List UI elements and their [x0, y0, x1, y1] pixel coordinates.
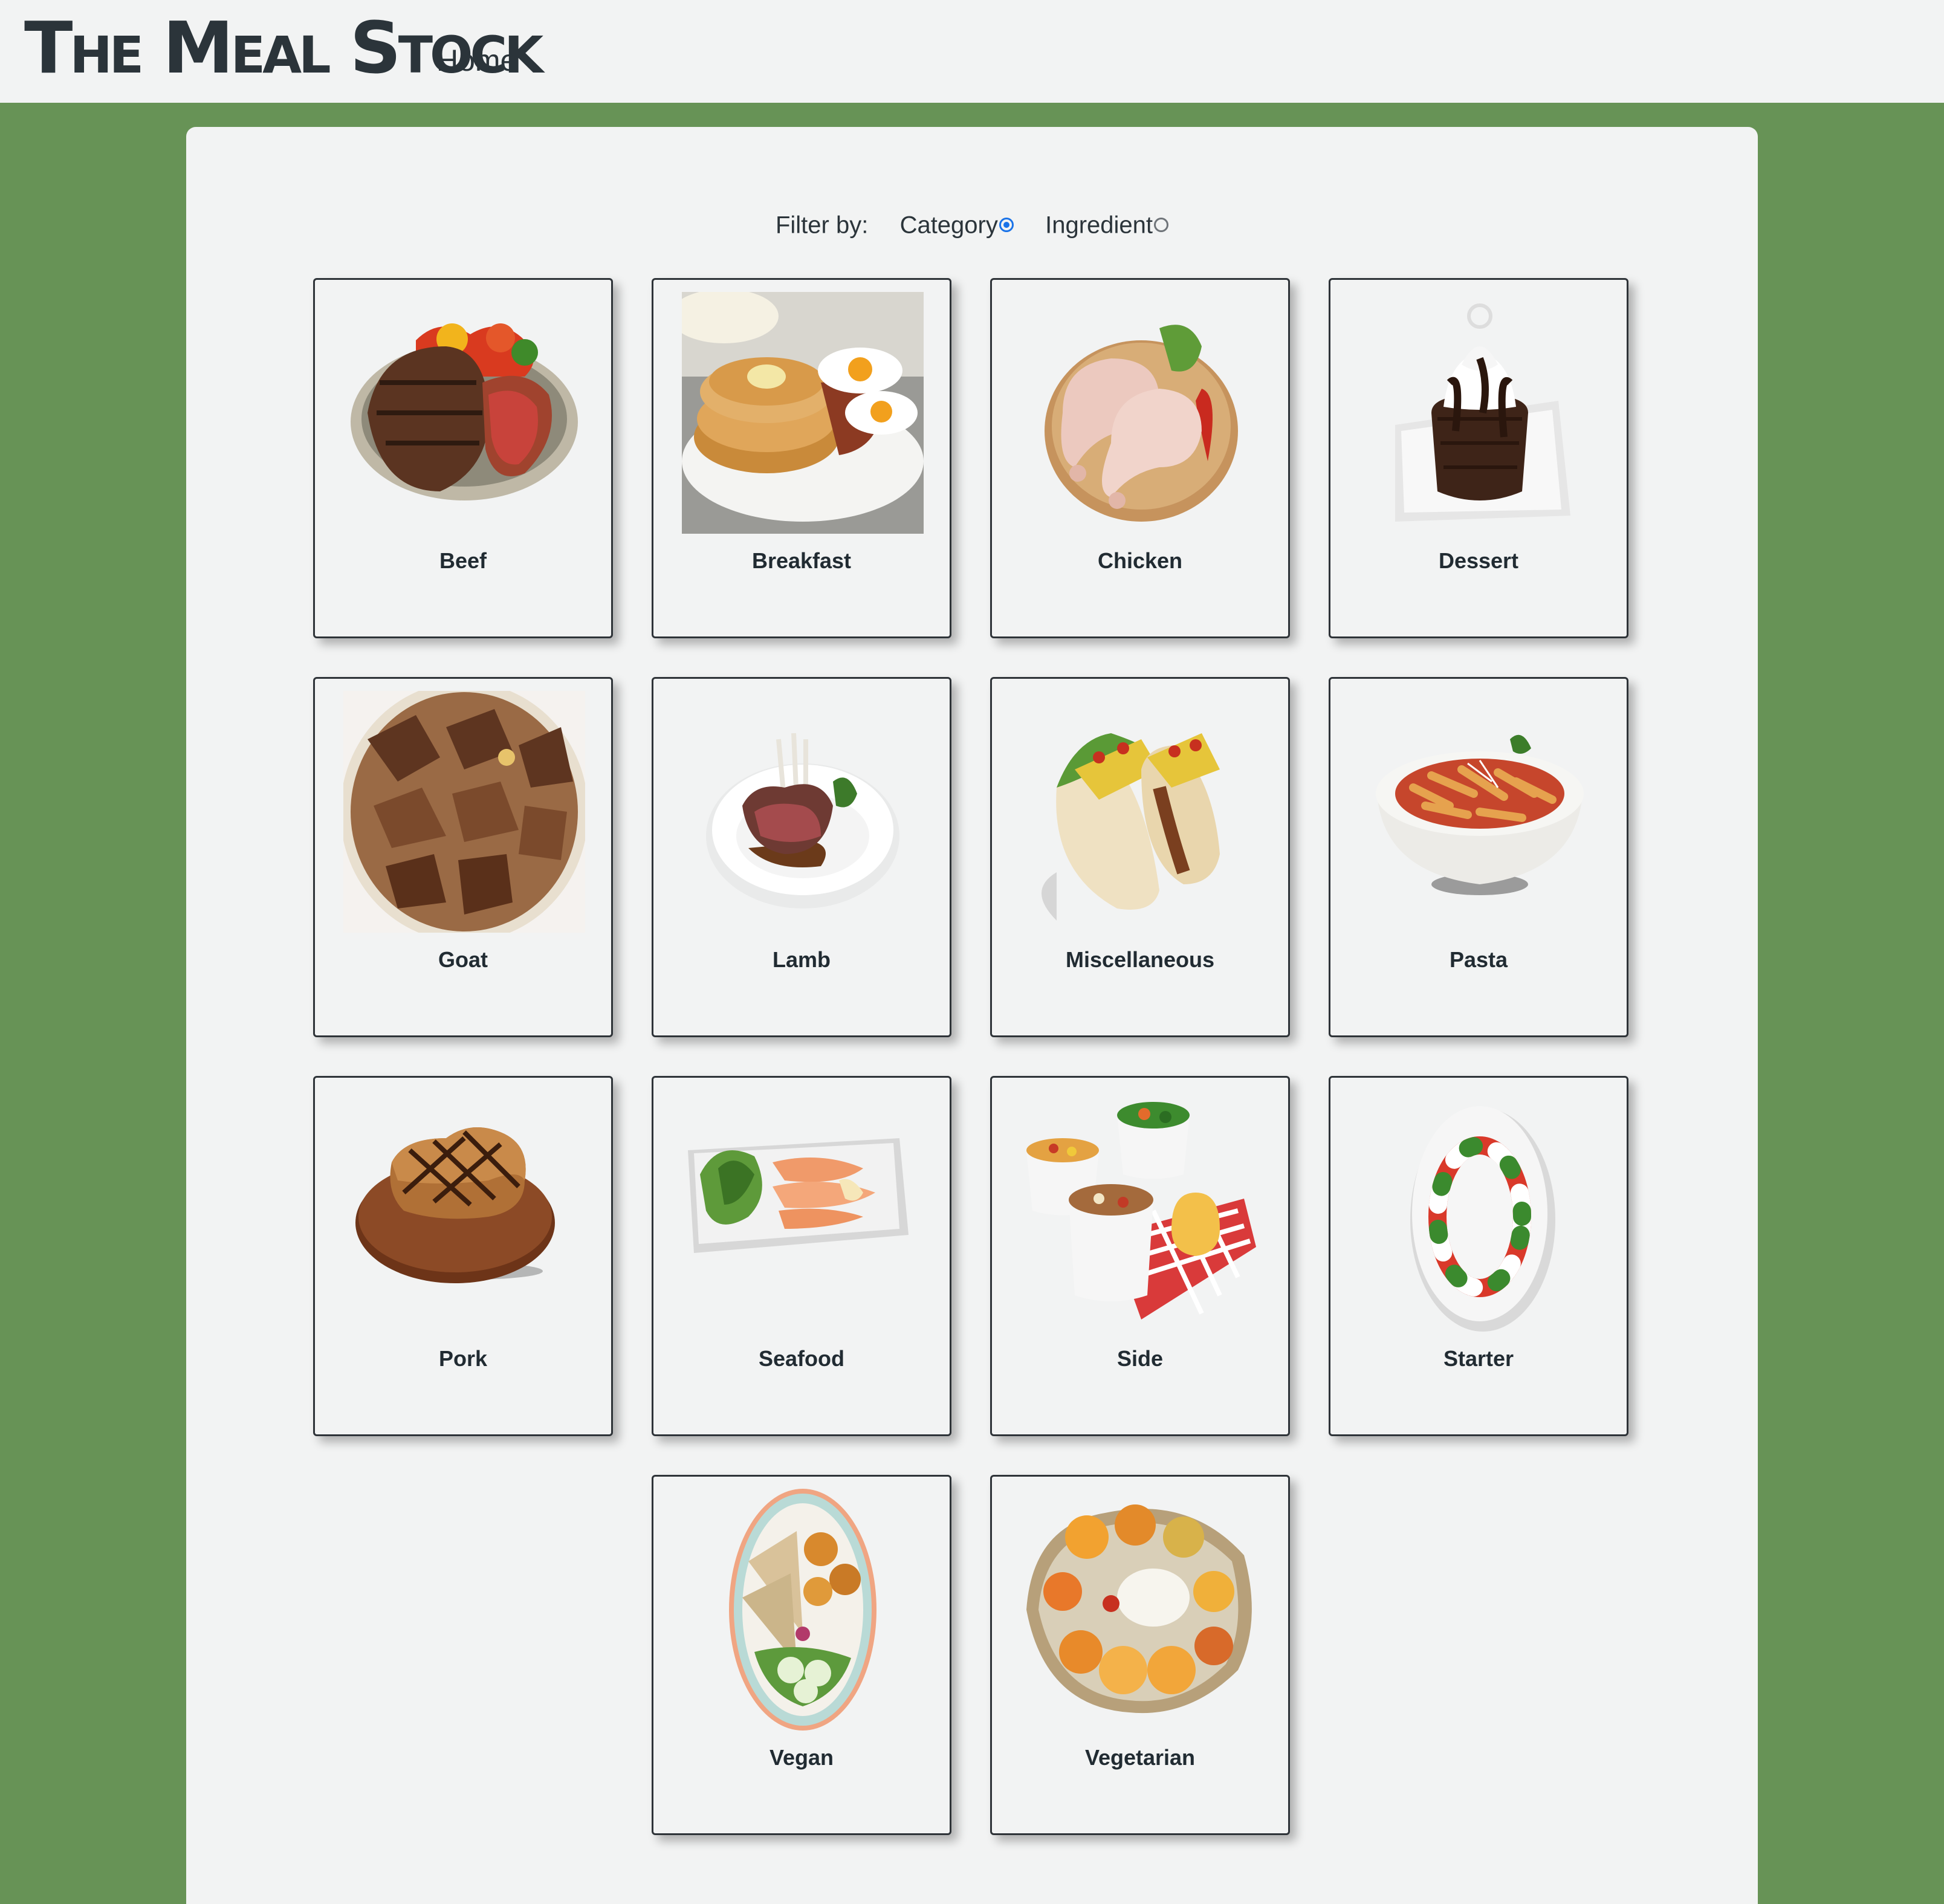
navbar: THE MEAL STOCK Home — [0, 0, 1944, 103]
category-name: Lamb — [772, 947, 831, 972]
category-card-side[interactable]: Side — [990, 1076, 1290, 1436]
filter-bar: Filter by: Category Ingredient — [186, 198, 1758, 250]
main-panel: Filter by: Category Ingredient Beef Brea… — [186, 127, 1758, 1904]
category-image-beef — [343, 292, 585, 534]
category-name: Pasta — [1449, 947, 1508, 972]
category-name: Breakfast — [751, 548, 852, 573]
category-name: Goat — [438, 947, 488, 972]
category-card-breakfast[interactable]: Breakfast — [652, 278, 951, 638]
category-card-miscellaneous[interactable]: Miscellaneous — [990, 677, 1290, 1037]
category-card-chicken[interactable]: Chicken — [990, 278, 1290, 638]
category-card-dessert[interactable]: Dessert — [1329, 278, 1628, 638]
filter-option-category-label[interactable]: Category — [900, 212, 998, 238]
category-name: Starter — [1443, 1346, 1514, 1371]
nav-home-link[interactable]: Home — [436, 40, 517, 81]
category-card-seafood[interactable]: Seafood — [652, 1076, 951, 1436]
filter-option-ingredient-label[interactable]: Ingredient — [1045, 212, 1153, 238]
category-image-goat — [343, 691, 585, 933]
category-image-starter — [1359, 1090, 1601, 1332]
category-card-lamb[interactable]: Lamb — [652, 677, 951, 1037]
category-name: Miscellaneous — [1065, 947, 1215, 972]
category-name: Beef — [439, 548, 487, 573]
category-image-breakfast — [682, 292, 924, 534]
category-image-side — [1020, 1090, 1262, 1332]
category-image-pork — [343, 1090, 585, 1332]
category-card-pork[interactable]: Pork — [313, 1076, 613, 1436]
category-image-lamb — [682, 691, 924, 933]
filter-label: Filter by: — [775, 212, 869, 239]
category-image-pasta — [1359, 691, 1601, 933]
category-name: Dessert — [1438, 548, 1519, 573]
category-card-goat[interactable]: Goat — [313, 677, 613, 1037]
category-name: Vegetarian — [1084, 1745, 1196, 1770]
category-card-beef[interactable]: Beef — [313, 278, 613, 638]
category-name: Vegan — [769, 1745, 834, 1770]
filter-option-category-radio[interactable] — [999, 218, 1014, 233]
category-name: Seafood — [758, 1346, 844, 1371]
category-name: Chicken — [1097, 548, 1183, 573]
category-image-dessert — [1359, 292, 1601, 534]
category-name: Pork — [438, 1346, 488, 1371]
category-image-vegetarian — [1020, 1489, 1262, 1731]
category-card-starter[interactable]: Starter — [1329, 1076, 1628, 1436]
category-image-vegan — [682, 1489, 924, 1731]
category-image-seafood — [682, 1090, 924, 1332]
category-name: Side — [1116, 1346, 1164, 1371]
category-card-pasta[interactable]: Pasta — [1329, 677, 1628, 1037]
category-card-vegetarian[interactable]: Vegetarian — [990, 1475, 1290, 1835]
category-image-miscellaneous — [1020, 691, 1262, 933]
filter-option-ingredient-radio[interactable] — [1154, 218, 1169, 233]
category-card-vegan[interactable]: Vegan — [652, 1475, 951, 1835]
category-image-chicken — [1020, 292, 1262, 534]
